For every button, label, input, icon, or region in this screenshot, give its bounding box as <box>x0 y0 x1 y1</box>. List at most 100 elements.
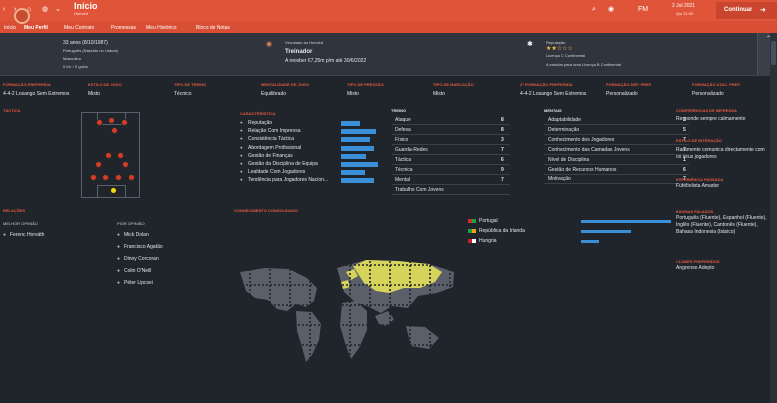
training-type-label: TIPO DE TREINO <box>174 82 207 87</box>
globe-icon[interactable]: ◉ <box>608 6 614 13</box>
mental-divider <box>544 133 689 135</box>
mental-name: Nível de Disciplina <box>548 156 590 163</box>
person-icon: ● <box>117 280 121 286</box>
mentality-label: MENTALIDADE DE JOGO <box>261 82 310 87</box>
languages-value: Português (Fluente), Espanhol (Fluente),… <box>676 215 767 235</box>
country-flag-icon <box>468 229 476 233</box>
tab-profile[interactable]: Meu Perfil <box>24 25 48 31</box>
person-icon: ● <box>3 232 7 238</box>
training-divider <box>392 144 510 145</box>
training-value: 9 <box>501 167 504 173</box>
search-icon[interactable]: ⌕ <box>592 6 596 13</box>
worst-opinion-name[interactable]: Francisco Agatão <box>124 244 163 250</box>
tab-history[interactable]: Meu Histórico <box>146 25 177 31</box>
mental-name: Conhecimento das Camadas Jovens <box>548 146 630 153</box>
play-style-value: Misto <box>88 91 100 97</box>
characteristic-bar <box>341 121 360 126</box>
attack-formation-value: Personalizado <box>692 91 724 97</box>
training-name: Ataque <box>395 117 411 123</box>
player-position <box>122 161 129 168</box>
characteristic-name: Reputação <box>248 120 273 126</box>
characteristic-bar <box>341 170 366 176</box>
characteristic-bar <box>341 145 374 151</box>
fm-menu-icon[interactable]: FM <box>638 6 648 13</box>
mental-name: Adaptabilidade <box>548 117 582 123</box>
worst-opinion-name[interactable]: Dinny Corcoran <box>124 256 159 262</box>
continue-arrow-icon: ➜ <box>760 7 766 14</box>
training-divider <box>392 174 510 175</box>
characteristic-name: Relação Com Imprensa <box>248 128 301 135</box>
scrollbar-thumb[interactable] <box>771 41 776 65</box>
licence-label: Licença C Continental <box>546 53 586 58</box>
current-date: 2 Jul 2021 <box>672 3 696 9</box>
tab-home[interactable]: Início <box>4 25 16 31</box>
country-knowledge-bar <box>581 230 631 233</box>
training-divider <box>392 194 510 195</box>
worst-opinion-name[interactable]: Mick Dolan <box>124 232 149 238</box>
country-knowledge-bar <box>581 240 599 243</box>
top-bar <box>0 0 777 21</box>
knowledge-heading: CONHECIMENTO CONSOLIDADO <box>234 208 298 213</box>
country-name: Portugal <box>479 218 498 224</box>
training-name: Mental <box>395 177 411 183</box>
country-name: República da Irlanda <box>479 228 525 234</box>
worst-opinion-name[interactable]: Péter Lipcsei <box>124 280 153 286</box>
mental-value: 5 <box>683 126 686 133</box>
languages-heading: IDIOMAS FALADOS <box>676 209 714 214</box>
tab-contract[interactable]: Meu Contrato <box>64 25 94 31</box>
mental-divider <box>544 173 689 175</box>
mental-divider <box>544 183 689 185</box>
training-name: Trabalho Com Jovens <box>395 187 444 193</box>
scrollbar-track[interactable] <box>770 33 777 403</box>
characteristic-name: Consistência Táctica <box>248 136 295 143</box>
training-value: 8 <box>501 117 504 123</box>
job-label: Vinculado ao Honvéd <box>285 40 323 45</box>
favourite-value: Angrense Adepto <box>676 265 715 271</box>
characteristic-name: Gestão da Disciplina de Equipa <box>248 161 318 167</box>
training-divider <box>392 154 510 155</box>
continue-button[interactable]: Continuar <box>716 2 777 19</box>
best-opinion-name[interactable]: Ferenc Horváth <box>10 232 44 238</box>
current-time: Qui 21:00 <box>676 11 694 16</box>
world-map <box>230 225 464 365</box>
player-position <box>95 161 102 168</box>
characteristic-dot-icon: ● <box>240 128 243 134</box>
characteristic-bar <box>341 153 366 159</box>
def-formation-label: FORMAÇÃO DEF. PREF. <box>606 82 652 87</box>
pref-formation-value: 4-4-2 Losango Sem Extremos <box>3 91 70 97</box>
course-label: A estudar para uma Licença B Continental <box>546 62 621 67</box>
club-badge-icon: ◍ <box>42 6 49 13</box>
country-name: Hungria <box>479 238 497 244</box>
characteristic-bar <box>341 137 371 143</box>
characteristic-bar <box>341 178 374 184</box>
pressing-label: TIPO DE PRESSÃO <box>347 82 384 87</box>
training-value: 7 <box>501 147 504 153</box>
attack-formation-label: FORMAÇÃO ATAC. PREF. <box>692 82 741 87</box>
characteristic-dot-icon: ● <box>240 177 243 183</box>
tab-promises[interactable]: Promessas <box>111 25 136 31</box>
tactics-heading: TÁCTICA <box>3 108 21 113</box>
characteristic-bar <box>341 162 378 167</box>
training-value: 6 <box>501 157 504 163</box>
back-icon[interactable]: ‹ <box>3 6 5 13</box>
person-icon: ● <box>117 256 121 262</box>
player-position <box>90 174 97 181</box>
country-flag-icon <box>468 219 476 223</box>
training-name: Físico <box>395 137 409 143</box>
training-name: Guarda-Redes <box>395 147 428 153</box>
dropdown-icon[interactable]: ⌄ <box>55 6 61 13</box>
person-icon: ● <box>117 244 121 250</box>
mentality-value: Equilibrado <box>261 91 287 97</box>
second-formation-label: 2ª FORMAÇÃO PREFERIDA <box>520 82 573 87</box>
reputation-star-icon: ✱ <box>527 41 533 48</box>
mental-name: Conhecimento dos Jogadores <box>548 136 615 143</box>
def-formation-value: Personalizado <box>606 91 638 97</box>
training-name: Técnica <box>395 167 413 173</box>
training-divider <box>392 134 510 135</box>
characteristic-name: Abordagem Profissional <box>248 144 302 151</box>
worst-opinion-name[interactable]: Colin O'Neill <box>124 268 151 274</box>
job-role: Treinador <box>285 49 313 55</box>
training-divider <box>392 124 510 125</box>
tab-notes[interactable]: Bloco de Notas <box>196 25 230 31</box>
mental-divider <box>544 124 689 125</box>
